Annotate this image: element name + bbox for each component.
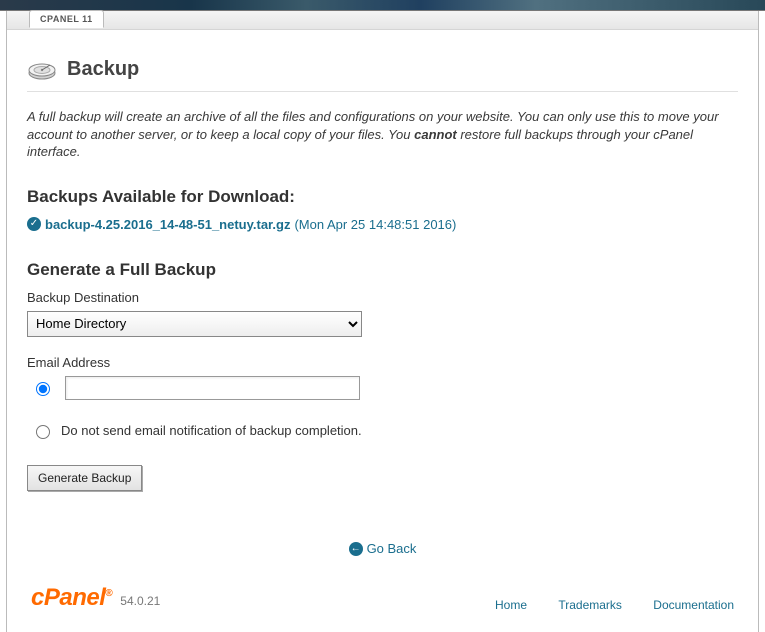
cpanel-logo: cPanel® bbox=[31, 584, 112, 612]
no-email-row: Do not send email notification of backup… bbox=[31, 422, 738, 439]
footer-link-trademarks[interactable]: Trademarks bbox=[558, 598, 622, 612]
tab-strip: CPANEL 11 bbox=[7, 11, 758, 30]
tab-cpanel[interactable]: CPANEL 11 bbox=[29, 10, 104, 28]
footer-link-home[interactable]: Home bbox=[495, 598, 527, 612]
email-label: Email Address bbox=[27, 355, 738, 370]
backup-destination-select[interactable]: Home Directory bbox=[27, 311, 362, 337]
go-back-link[interactable]: ← Go Back bbox=[349, 541, 417, 556]
backup-icon bbox=[27, 59, 57, 81]
footer-links: Home Trademarks Documentation bbox=[467, 598, 734, 612]
email-send-radio[interactable] bbox=[36, 382, 50, 396]
intro-strong: cannot bbox=[414, 127, 457, 142]
brand-text: cPanel bbox=[31, 584, 105, 611]
page-header: Backup bbox=[27, 58, 738, 92]
download-item: ✓ backup-4.25.2016_14-48-51_netuy.tar.gz… bbox=[27, 217, 738, 232]
go-back-wrap: ← Go Back bbox=[27, 539, 738, 557]
email-row bbox=[31, 376, 738, 400]
page-title: Backup bbox=[67, 58, 139, 81]
arrow-left-circle-icon: ← bbox=[349, 542, 363, 556]
intro-text: A full backup will create an archive of … bbox=[27, 108, 738, 161]
footer: cPanel® 54.0.21 Home Trademarks Document… bbox=[27, 584, 738, 622]
download-meta: (Mon Apr 25 14:48:51 2016) bbox=[294, 217, 456, 232]
content-area: Backup A full backup will create an arch… bbox=[7, 30, 758, 632]
downloads-heading: Backups Available for Download: bbox=[27, 187, 738, 207]
go-back-label: Go Back bbox=[367, 541, 417, 556]
generate-heading: Generate a Full Backup bbox=[27, 260, 738, 280]
check-circle-icon: ✓ bbox=[27, 217, 41, 231]
generate-backup-button[interactable]: Generate Backup bbox=[27, 465, 142, 491]
footer-link-documentation[interactable]: Documentation bbox=[653, 598, 734, 612]
no-email-label: Do not send email notification of backup… bbox=[61, 423, 362, 438]
download-link[interactable]: backup-4.25.2016_14-48-51_netuy.tar.gz bbox=[45, 217, 290, 232]
cpanel-logo-block: cPanel® 54.0.21 bbox=[31, 584, 160, 612]
window-top-decoration bbox=[0, 0, 765, 11]
registered-mark: ® bbox=[105, 588, 112, 599]
main-frame: CPANEL 11 Backup A full backup will crea… bbox=[6, 11, 759, 632]
version-text: 54.0.21 bbox=[120, 594, 160, 608]
email-skip-radio[interactable] bbox=[36, 425, 50, 439]
email-field[interactable] bbox=[65, 376, 360, 400]
dest-label: Backup Destination bbox=[27, 290, 738, 305]
